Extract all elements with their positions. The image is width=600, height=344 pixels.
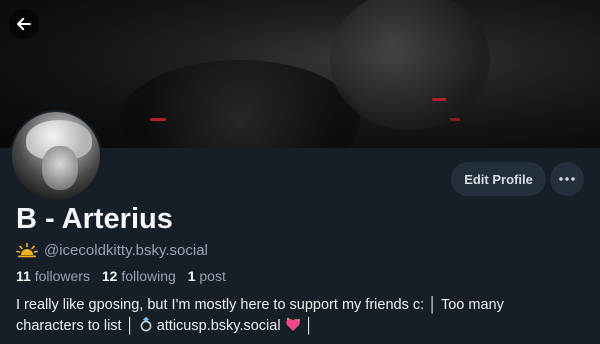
bio-line-2-start: characters to list │ [16,318,139,334]
sun-icon [16,242,38,258]
arrow-left-icon [17,17,31,31]
followers-count: 11 [16,268,31,284]
posts-stat: 1 post [188,268,226,284]
banner-red-glint [450,118,460,121]
following-count: 12 [101,268,118,284]
more-options-button[interactable] [550,162,584,196]
banner-figure [330,0,490,130]
profile-stats: 11 followers 12 following 1 post [16,268,226,284]
banner-red-glint [150,118,166,121]
profile-handle: @icecoldkitty.bsky.social [44,241,208,259]
followers-label: followers [34,268,90,284]
bio-line-1: I really like gposing, but I'm mostly he… [16,297,504,313]
ring-icon [140,316,152,332]
banner-red-glint [432,98,446,101]
more-horizontal-icon [559,177,575,181]
bio-mention[interactable]: atticusp.bsky.social [153,318,285,334]
following-label: following [121,268,176,284]
profile-bio: I really like gposing, but I'm mostly he… [16,295,586,337]
banner-figure-shadow [120,60,360,148]
bio-line-2-end: │ [300,318,314,334]
following-link[interactable]: 12 following [102,268,176,284]
posts-count: 1 [187,268,196,284]
avatar-face [42,146,78,190]
sparkling-heart-icon [285,318,300,331]
edit-profile-button[interactable]: Edit Profile [451,162,546,196]
handle-row: @icecoldkitty.bsky.social [16,240,208,260]
display-name: B - Arterius [16,203,173,235]
posts-label: post [199,268,226,284]
avatar[interactable] [10,110,102,202]
back-button[interactable] [9,9,39,39]
followers-link[interactable]: 11 followers [16,268,90,284]
